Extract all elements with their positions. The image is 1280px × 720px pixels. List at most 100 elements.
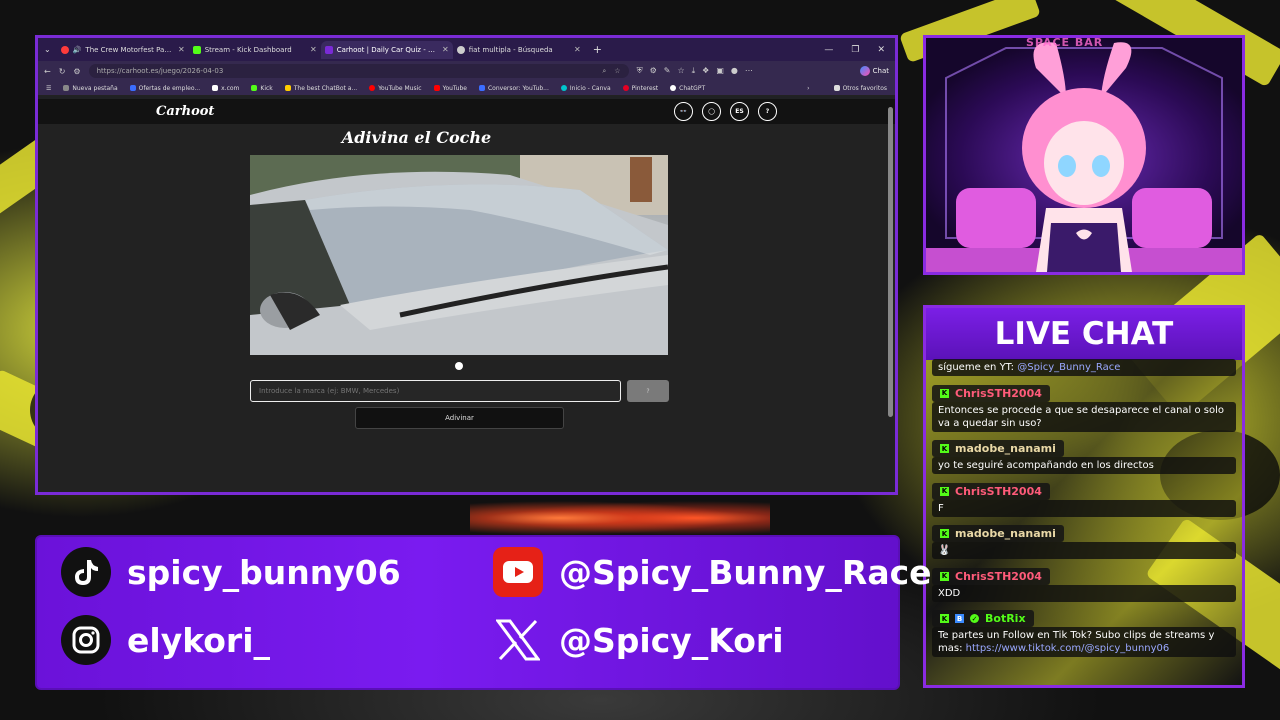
bookmark-item[interactable]: YouTube: [433, 84, 467, 92]
chat-username[interactable]: ChrisSTH2004: [955, 570, 1042, 583]
address-bar-row: ← ↻ ⚙ https://carhoot.es/juego/2026-04-0…: [38, 61, 895, 81]
tab-kick-dashboard[interactable]: Stream - Kick Dashboard ✕: [189, 41, 321, 59]
bookmark-label: x.com: [221, 84, 240, 92]
chat-messages: sígueme en YT: @Spicy_Bunny_Race K ChrisS…: [926, 359, 1242, 685]
zoom-icon[interactable]: ⌕: [602, 67, 606, 76]
browser-window: ⌄ 🔊 The Crew Motorfest Pause M ✕ Stream …: [35, 35, 898, 495]
bookmark-item[interactable]: The best ChatBot a...: [284, 85, 357, 92]
copilot-chat-button[interactable]: Chat: [859, 66, 889, 76]
youtube-icon: [433, 85, 440, 91]
tab-carhoot[interactable]: Carhoot | Daily Car Quiz - Guess th ✕: [320, 40, 453, 59]
pinned-handle[interactable]: @Spicy_Bunny_Race: [1017, 362, 1120, 373]
bookmark-item[interactable]: Inicio - Canva: [560, 85, 611, 92]
hint-button[interactable]: ?: [627, 380, 669, 402]
speaker-icon[interactable]: 🔊: [73, 46, 82, 54]
guess-row: ?: [250, 380, 669, 402]
language-button[interactable]: ES: [730, 102, 749, 121]
guess-submit-button[interactable]: Adivinar: [355, 407, 564, 429]
brand-guess-input[interactable]: [250, 380, 621, 402]
chat-username[interactable]: ChrisSTH2004: [955, 387, 1042, 400]
tab-crew-motorfest[interactable]: 🔊 The Crew Motorfest Pause M ✕: [57, 41, 189, 59]
tiktok-icon: [61, 547, 111, 597]
other-bookmarks[interactable]: Otros favoritos: [833, 85, 887, 92]
bookmark-item[interactable]: Ofertas de empleo...: [129, 84, 201, 92]
page-scrollbar[interactable]: [888, 107, 893, 417]
live-chat-panel: LIVE CHAT sígueme en YT: @Spicy_Bunny_Ra…: [923, 305, 1245, 688]
pinterest-icon: [622, 85, 629, 91]
bookmark-label: Ofertas de empleo...: [138, 84, 201, 92]
chat-username[interactable]: madobe_nanami: [955, 442, 1056, 455]
chat-username[interactable]: ChrisSTH2004: [955, 485, 1042, 498]
bookmarks-menu-icon[interactable]: ☰: [46, 85, 51, 92]
chat-text: yo te seguiré acompañando en los directo…: [932, 457, 1236, 474]
bookmark-label: Pinterest: [631, 84, 659, 92]
menu-icon[interactable]: ⋯: [745, 66, 753, 76]
profile-avatar-icon[interactable]: ●: [731, 66, 738, 76]
close-icon[interactable]: ✕: [574, 45, 581, 54]
reload-button[interactable]: ↻: [59, 67, 66, 76]
tab-bar: ⌄ 🔊 The Crew Motorfest Pause M ✕ Stream …: [38, 38, 895, 61]
bookmark-item[interactable]: YouTube Music: [369, 85, 422, 92]
close-icon[interactable]: ✕: [178, 45, 185, 54]
bookmark-label: ChatGPT: [679, 84, 706, 92]
close-icon[interactable]: ✕: [310, 45, 317, 54]
back-button[interactable]: ←: [44, 67, 51, 76]
bookmark-item[interactable]: Conversor: YouTub...: [478, 85, 549, 92]
bookmark-item[interactable]: ChatGPT: [670, 85, 705, 92]
bookmark-item[interactable]: Kick: [251, 85, 273, 92]
minimize-button[interactable]: —: [824, 45, 833, 55]
instagram-social: elykori_: [61, 615, 270, 665]
chat-message: Kmadobe_nanami 🐰: [932, 521, 1236, 559]
site-info-icon[interactable]: ⚙: [73, 67, 80, 76]
glasses-icon[interactable]: 👓: [674, 102, 693, 121]
extension-gear-icon[interactable]: ⚙: [650, 66, 657, 76]
download-icon[interactable]: ⤓: [692, 66, 696, 76]
pinned-text: sígueme en YT:: [938, 362, 1018, 373]
x-icon: [212, 85, 219, 91]
verified-badge-icon: ✓: [970, 614, 979, 623]
theme-toggle-icon[interactable]: ◯: [702, 102, 721, 121]
car-photo-drawing: [250, 155, 668, 355]
socials-banner: spicy_bunny06 @Spicy_Bunny_Race elykori_…: [35, 535, 932, 690]
site-logo[interactable]: Carhoot: [156, 104, 214, 119]
copilot-icon: [859, 66, 870, 76]
bookmark-label: YouTube: [442, 84, 467, 92]
chat-link[interactable]: https://www.tiktok.com/@spicy_bunny06: [966, 643, 1170, 654]
extension-icon[interactable]: ❖: [702, 66, 709, 76]
bot-badge-icon: B: [955, 614, 964, 623]
extension-shield-icon[interactable]: ⛨: [637, 66, 643, 76]
screenshot-icon[interactable]: ▣: [716, 66, 724, 76]
close-icon[interactable]: ✕: [442, 45, 449, 54]
tab-list-icon[interactable]: ⌄: [38, 45, 57, 54]
extension-puzzle-icon[interactable]: ✎: [664, 66, 671, 76]
maximize-button[interactable]: ❐: [851, 45, 859, 55]
bookmark-item[interactable]: x.com: [212, 85, 239, 92]
bookmark-star-icon[interactable]: ☆: [614, 67, 620, 76]
carhoot-page: Carhoot 👓 ◯ ES ? Adivina el Coche Introd…: [38, 99, 895, 492]
chat-username[interactable]: madobe_nanami: [955, 527, 1056, 540]
new-tab-button[interactable]: +: [585, 43, 610, 56]
record-icon: [60, 45, 69, 54]
page-icon: [63, 85, 70, 91]
chat-message: K ChrisSTH2004 Entonces se procede a que …: [932, 380, 1236, 432]
window-close-button[interactable]: ✕: [877, 45, 885, 55]
x-handle: @Spicy_Kori: [559, 620, 784, 660]
neon-sign: SPACE BAR: [1026, 36, 1104, 49]
chevron-right-icon[interactable]: ›: [807, 85, 809, 92]
image-pagination-dot[interactable]: [455, 362, 463, 370]
bookmark-item[interactable]: Pinterest: [622, 84, 659, 92]
kick-icon: [192, 45, 201, 54]
help-icon[interactable]: ?: [758, 102, 777, 121]
kick-badge-icon: K: [940, 486, 949, 496]
url-text: https://carhoot.es/juego/2026-04-03: [96, 67, 224, 75]
chat-text: F: [932, 499, 1236, 517]
bookmark-item[interactable]: Nueva pestaña: [63, 85, 118, 92]
x-social: @Spicy_Kori: [493, 615, 784, 665]
favorites-icon[interactable]: ☆: [677, 66, 684, 76]
tab-fiat-search[interactable]: fiat multipla - Búsqueda ✕: [453, 41, 585, 59]
url-field[interactable]: https://carhoot.es/juego/2026-04-03 ⌕ ☆: [88, 64, 629, 78]
tiktok-social: spicy_bunny06: [61, 547, 401, 597]
chat-text: Entonces se procede a que se desaparece …: [932, 401, 1236, 432]
chat-username[interactable]: BotRix: [985, 612, 1026, 625]
vtuber-avatar: [926, 42, 1242, 272]
